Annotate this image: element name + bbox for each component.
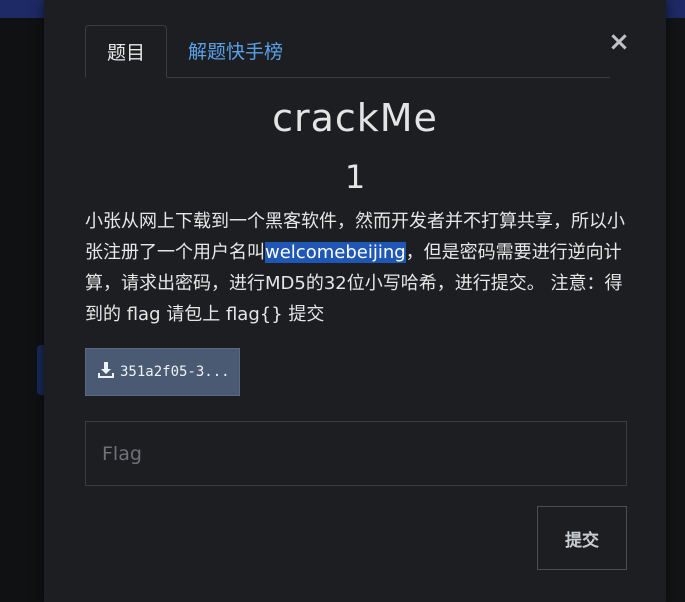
background-right-panel	[666, 0, 685, 602]
challenge-points: 1	[344, 158, 366, 196]
challenge-description: 小张从网上下载到一个黑客软件，然而开发者并不打算共享，所以小张注册了一个用户名叫…	[85, 206, 625, 330]
background-left-panel	[0, 18, 44, 602]
description-highlighted-username: welcomebeijing	[265, 242, 406, 263]
challenge-modal: 题目 解题快手榜 × crackMe 1 小张从网上下载到一个黑客软件，然而开发…	[44, 0, 666, 602]
background-right-top-bar	[666, 0, 685, 18]
attachment-filename: 351a2f05-3...	[120, 364, 230, 380]
challenge-title: crackMe	[272, 96, 438, 140]
flag-input[interactable]	[85, 421, 627, 486]
close-icon[interactable]: ×	[607, 28, 631, 56]
download-icon	[98, 362, 114, 378]
tab-solves-leaderboard[interactable]: 解题快手榜	[168, 25, 303, 77]
attachment-download-button[interactable]: 351a2f05-3...	[85, 348, 240, 396]
modal-tabs: 题目 解题快手榜	[85, 25, 610, 78]
background-left-accent	[37, 345, 44, 395]
submit-button[interactable]: 提交	[537, 506, 627, 570]
tab-challenge[interactable]: 题目	[85, 25, 167, 78]
